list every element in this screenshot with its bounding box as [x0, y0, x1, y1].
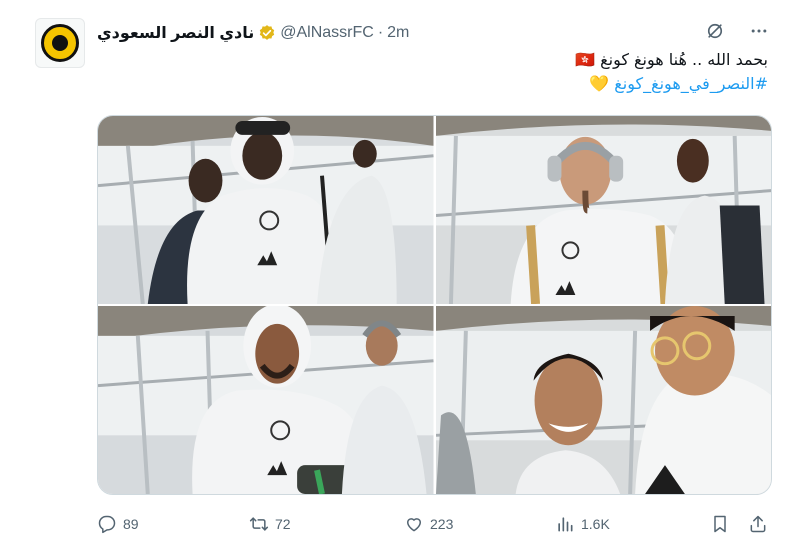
like-button[interactable]: 223: [404, 512, 453, 536]
separator-dot: ·: [377, 24, 384, 41]
view-count: 1.6K: [581, 516, 610, 532]
tweet-header: نادي النصر السعودي @AlNassrFC · 2m: [97, 22, 409, 44]
top-actions: [704, 20, 770, 42]
photo-2[interactable]: [435, 116, 771, 304]
media-grid: [97, 115, 772, 495]
handle[interactable]: @AlNassrFC: [280, 24, 374, 42]
timestamp[interactable]: 2m: [387, 24, 409, 42]
avatar[interactable]: [35, 18, 85, 68]
repost-button[interactable]: 72: [249, 512, 291, 536]
share-button[interactable]: [748, 512, 768, 536]
grok-icon[interactable]: [704, 20, 726, 42]
club-logo-icon: [41, 24, 79, 62]
heart-emoji: 💛: [589, 74, 610, 93]
bookmark-button[interactable]: [710, 512, 730, 536]
hashtag-link[interactable]: #النصر_في_هونغ_كونغ: [614, 74, 768, 93]
photo-4[interactable]: [435, 306, 771, 494]
tweet-line-1: بحمد الله .. هُنا هونغ كونغ 🇭🇰: [575, 50, 768, 69]
display-name[interactable]: نادي النصر السعودي: [97, 23, 254, 43]
repost-icon: [249, 517, 269, 531]
repost-count: 72: [275, 516, 291, 532]
more-options-icon[interactable]: [748, 20, 770, 42]
bookmark-icon: [714, 515, 726, 533]
views-button[interactable]: 1.6K: [555, 512, 610, 536]
photo-3[interactable]: [98, 306, 434, 494]
photo-1[interactable]: [98, 116, 434, 304]
reply-button[interactable]: 89: [97, 512, 139, 536]
verified-badge-icon: [260, 25, 275, 40]
like-count: 223: [430, 516, 454, 532]
share-icon: [750, 515, 766, 533]
tweet-line-2: #النصر_في_هونغ_كونغ 💛: [575, 72, 768, 96]
reply-count: 89: [123, 516, 139, 532]
tweet-card: نادي النصر السعودي @AlNassrFC · 2m بحمد …: [0, 0, 800, 559]
tweet-text: بحمد الله .. هُنا هونغ كونغ 🇭🇰 #النصر_في…: [575, 48, 768, 96]
heart-icon: [407, 518, 421, 532]
action-bar: 89 72 223 1.6K: [97, 512, 772, 536]
reply-icon: [98, 515, 116, 534]
analytics-icon: [558, 517, 573, 532]
